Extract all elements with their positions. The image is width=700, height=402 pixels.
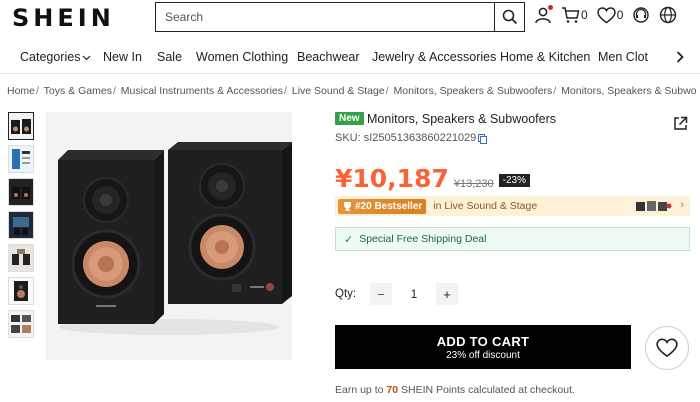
nav-jewelry[interactable]: Jewelry & Accessories <box>372 50 496 64</box>
nav-categories[interactable]: Categories <box>20 50 91 64</box>
nav-home-kitchen[interactable]: Home & Kitchen <box>500 50 590 64</box>
headset-icon <box>633 7 650 23</box>
thumbnail-2[interactable] <box>8 145 34 173</box>
thumbnail-4[interactable] <box>8 211 34 239</box>
add-to-cart-button[interactable]: ADD TO CART 23% off discount <box>335 325 631 369</box>
speakers-illustration <box>46 112 292 360</box>
search-bar <box>155 2 525 32</box>
account-button[interactable] <box>534 5 553 24</box>
cart-button[interactable]: 0 <box>561 6 588 24</box>
category-nav: Categories New In Sale Women Clothing Be… <box>0 42 700 74</box>
thumbnail-7[interactable] <box>8 310 34 338</box>
breadcrumb-current: Monitors, Speakers & Subwoofe <box>561 85 697 97</box>
notification-dot <box>548 5 553 10</box>
search-input[interactable] <box>156 3 494 31</box>
bestseller-badge: #20 Bestseller <box>338 198 427 214</box>
share-button[interactable] <box>673 116 688 136</box>
wishlist-add-button[interactable] <box>645 326 689 370</box>
breadcrumb-monitors[interactable]: Monitors, Speakers & Subwoofers <box>394 85 553 97</box>
product-image[interactable] <box>46 112 292 360</box>
quantity-stepper: − 1 + <box>370 283 458 305</box>
qty-value[interactable]: 1 <box>392 287 436 301</box>
add-to-cart-label: ADD TO CART <box>436 334 530 349</box>
language-button[interactable] <box>659 6 677 24</box>
original-price: ¥13,230 <box>453 178 494 190</box>
breadcrumb: Home/ Toys & Games/ Musical Instruments … <box>7 85 697 97</box>
product-title: Monitors, Speakers & Subwoofers <box>367 112 556 126</box>
thumbnail-1[interactable] <box>8 112 34 140</box>
support-button[interactable] <box>632 6 650 24</box>
discount-badge: -23% <box>498 174 530 187</box>
globe-icon <box>660 6 677 24</box>
nav-women-clothing[interactable]: Women Clothing <box>196 50 288 64</box>
header-icons: 0 0 <box>534 5 686 24</box>
search-icon <box>502 9 517 25</box>
shipping-text: Special Free Shipping Deal <box>359 233 487 245</box>
header: SHEIN 0 0 <box>0 0 700 36</box>
heart-icon <box>596 6 616 23</box>
sale-price: ¥10,187 <box>335 164 449 193</box>
search-button[interactable] <box>494 3 524 31</box>
nav-next-button[interactable] <box>676 50 684 68</box>
copy-icon[interactable] <box>478 134 488 145</box>
qty-increase-button[interactable]: + <box>436 283 458 305</box>
breadcrumb-home[interactable]: Home <box>7 85 35 97</box>
nav-beachwear[interactable]: Beachwear <box>297 50 360 64</box>
wishlist-count: 0 <box>616 8 624 22</box>
points-pre: Earn up to <box>335 384 387 396</box>
breadcrumb-toys[interactable]: Toys & Games <box>44 85 112 97</box>
bestseller-banner[interactable]: #20 Bestseller in Live Sound & Stage › <box>335 196 690 216</box>
nav-new-in[interactable]: New In <box>103 50 142 64</box>
chevron-down-icon <box>83 55 91 61</box>
sku-text: SKU: sI25051363860221029 <box>335 132 477 144</box>
price-row: ¥10,187 ¥13,230 -23% <box>335 164 530 193</box>
check-icon: ✓ <box>344 233 354 246</box>
bestseller-thumbnails <box>636 199 672 213</box>
shein-logo[interactable]: SHEIN <box>12 4 115 32</box>
shipping-banner: ✓ Special Free Shipping Deal <box>335 227 690 251</box>
wishlist-button[interactable]: 0 <box>596 6 624 24</box>
points-number: 70 <box>386 384 399 396</box>
thumbnail-6[interactable] <box>8 277 34 305</box>
bestseller-category: in Live Sound & Stage <box>433 200 538 212</box>
sku-line: SKU: sI25051363860221029 <box>335 132 488 145</box>
cart-icon <box>562 7 580 23</box>
nav-label: Categories <box>20 50 81 64</box>
thumbnail-5[interactable] <box>8 244 34 272</box>
points-note: Earn up to 70 SHEIN Points calculated at… <box>335 384 575 396</box>
chevron-right-icon <box>676 51 684 63</box>
share-icon <box>674 116 688 130</box>
cart-count: 0 <box>581 8 588 22</box>
qty-decrease-button[interactable]: − <box>370 283 392 305</box>
breadcrumb-musical[interactable]: Musical Instruments & Accessories <box>121 85 283 97</box>
breadcrumb-live-sound[interactable]: Live Sound & Stage <box>292 85 385 97</box>
points-post: SHEIN Points calculated at checkout. <box>398 384 575 396</box>
qty-label: Qty: <box>335 288 357 300</box>
chevron-right-icon: › <box>680 199 684 211</box>
thumbnail-strip <box>8 112 38 343</box>
thumbnail-3[interactable] <box>8 178 34 206</box>
heart-icon <box>656 338 678 358</box>
nav-men-clothing[interactable]: Men Clot <box>598 50 648 64</box>
new-badge: New <box>335 112 364 125</box>
nav-sale[interactable]: Sale <box>157 50 182 64</box>
bestseller-rank: #20 Bestseller <box>355 200 423 212</box>
trophy-icon <box>344 202 351 211</box>
add-to-cart-sublabel: 23% off discount <box>446 350 520 361</box>
